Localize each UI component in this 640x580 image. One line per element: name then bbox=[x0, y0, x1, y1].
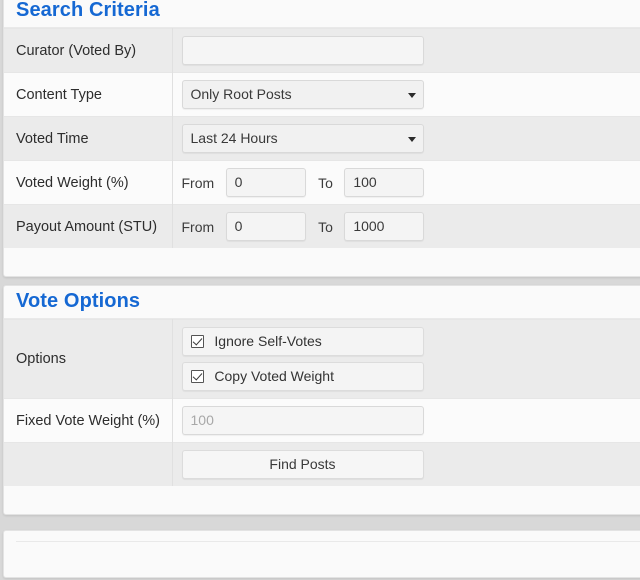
voted-weight-from-input[interactable]: 0 bbox=[225, 168, 306, 197]
voted-weight-to-label: To bbox=[318, 174, 333, 191]
results-divider bbox=[16, 541, 640, 542]
fixed-vote-weight-placeholder: 100 bbox=[190, 412, 214, 428]
payout-amount-from-input[interactable]: 0 bbox=[225, 212, 306, 241]
results-header bbox=[4, 531, 640, 541]
checkbox-checked-icon bbox=[190, 335, 204, 348]
voted-weight-label: Voted Weight (%) bbox=[4, 160, 173, 205]
voted-time-select-value: Last 24 Hours bbox=[190, 130, 278, 146]
table-row: Content Type Only Root Posts bbox=[4, 72, 640, 117]
submit-field-cell: Find Posts bbox=[172, 442, 640, 486]
fixed-vote-weight-label: Fixed Vote Weight (%) bbox=[4, 398, 173, 443]
voted-time-field-cell: Last 24 Hours bbox=[172, 116, 640, 161]
table-row: Payout Amount (STU) From 0 To 1000 bbox=[4, 204, 640, 248]
curator-label: Curator (Voted By) bbox=[4, 28, 173, 73]
curator-field-cell bbox=[172, 28, 640, 73]
vote-options-header: Vote Options bbox=[4, 286, 640, 318]
submit-row-spacer bbox=[4, 442, 173, 486]
voted-weight-to-input[interactable]: 100 bbox=[344, 168, 425, 197]
checkbox-ignore-self-votes-label: Ignore Self-Votes bbox=[214, 333, 322, 349]
results-panel bbox=[3, 530, 640, 578]
results-title bbox=[16, 531, 640, 541]
find-posts-button[interactable]: Find Posts bbox=[181, 450, 424, 479]
vote-options-table: Options Ignore Self-Votes Copy Voted Wei… bbox=[4, 319, 640, 486]
fixed-vote-weight-input[interactable]: 100 bbox=[181, 406, 424, 435]
voted-weight-from-label: From bbox=[181, 174, 215, 191]
content-type-select-value: Only Root Posts bbox=[190, 86, 292, 102]
options-label: Options bbox=[4, 319, 173, 399]
options-field-cell: Ignore Self-Votes Copy Voted Weight bbox=[172, 319, 640, 399]
vote-options-panel: Vote Options Options Ignore Self-Votes C… bbox=[3, 285, 640, 515]
fixed-vote-weight-field-cell: 100 bbox=[172, 398, 640, 443]
search-criteria-panel: Search Criteria Curator (Voted By) Conte… bbox=[3, 0, 640, 277]
vote-options-title: Vote Options bbox=[16, 290, 141, 312]
curator-input[interactable] bbox=[181, 36, 424, 65]
checkbox-copy-voted-weight[interactable]: Copy Voted Weight bbox=[181, 362, 424, 391]
voted-time-label: Voted Time bbox=[4, 116, 173, 161]
content-type-select[interactable]: Only Root Posts bbox=[181, 80, 424, 109]
chevron-down-icon bbox=[407, 136, 416, 142]
table-row: Options Ignore Self-Votes Copy Voted Wei… bbox=[4, 319, 640, 399]
voted-weight-field-cell: From 0 To 100 bbox=[172, 160, 640, 205]
voted-time-select[interactable]: Last 24 Hours bbox=[181, 124, 424, 153]
table-row: Voted Time Last 24 Hours bbox=[4, 116, 640, 161]
content-type-label: Content Type bbox=[4, 72, 173, 117]
search-criteria-table: Curator (Voted By) Content Type Only Roo… bbox=[4, 28, 640, 248]
chevron-down-icon bbox=[407, 92, 416, 98]
table-row: Curator (Voted By) bbox=[4, 28, 640, 73]
search-criteria-header: Search Criteria bbox=[4, 0, 640, 27]
payout-amount-label: Payout Amount (STU) bbox=[4, 204, 173, 248]
table-row: Find Posts bbox=[4, 442, 640, 486]
payout-amount-to-input[interactable]: 1000 bbox=[344, 212, 425, 241]
payout-amount-field-cell: From 0 To 1000 bbox=[172, 204, 640, 248]
payout-amount-to-label: To bbox=[318, 218, 333, 235]
table-row: Voted Weight (%) From 0 To 100 bbox=[4, 160, 640, 205]
page-root: Search Criteria Curator (Voted By) Conte… bbox=[0, 0, 640, 580]
checkbox-copy-voted-weight-label: Copy Voted Weight bbox=[214, 368, 334, 384]
table-row: Fixed Vote Weight (%) 100 bbox=[4, 398, 640, 443]
payout-amount-from-label: From bbox=[181, 218, 215, 235]
search-criteria-title: Search Criteria bbox=[16, 0, 160, 21]
checkbox-checked-icon bbox=[190, 370, 204, 383]
checkbox-ignore-self-votes[interactable]: Ignore Self-Votes bbox=[181, 327, 424, 356]
content-type-field-cell: Only Root Posts bbox=[172, 72, 640, 117]
